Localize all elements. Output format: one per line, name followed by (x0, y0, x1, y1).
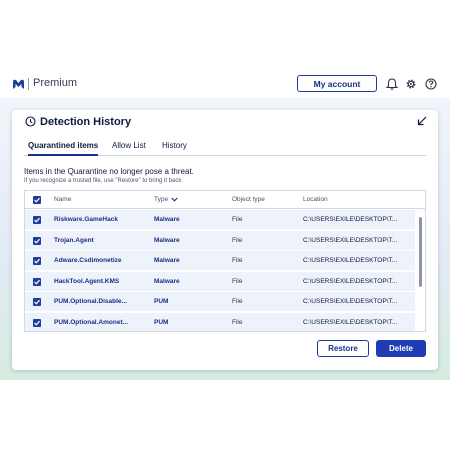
tab-allow-list[interactable]: Allow List (112, 142, 146, 156)
my-account-button[interactable]: My account (297, 75, 377, 92)
table-row[interactable]: Trojan.Agent Malware File C:\USERS\EXILE\DE… (25, 230, 415, 251)
table-row[interactable]: PUM.Optional.Disable... PUM File C:\USERS\E… (25, 292, 415, 312)
app-window: Premium My account Detection History Qua… (0, 70, 450, 380)
row-type: Malware (154, 216, 180, 223)
row-object-type: File (232, 298, 243, 305)
table-row[interactable]: Riskware.GameHack Malware File C:\USERS\EXI… (25, 210, 415, 230)
column-location[interactable]: Location (303, 196, 328, 203)
row-name: Trojan.Agent (54, 236, 94, 244)
row-name: Adware.Csdimonetize (54, 257, 122, 264)
row-object-type: File (232, 236, 243, 244)
table-row[interactable]: HackTool.Agent.KMS Malware File C:\USERS\EX… (25, 271, 415, 292)
tab-bar: Quarantined items Allow List History (24, 142, 426, 156)
malwarebytes-logo-icon (13, 79, 24, 89)
row-type: Malware (154, 277, 180, 285)
bell-icon[interactable] (386, 78, 398, 90)
gear-icon[interactable] (405, 78, 417, 90)
row-type: Malware (154, 236, 180, 244)
row-location: C:\USERS\EXILE\DESKTOP\T... (303, 318, 398, 326)
collapse-arrow-icon[interactable] (417, 116, 427, 126)
select-all-checkbox[interactable] (33, 196, 41, 204)
panel-title: Detection History (40, 116, 132, 128)
brand-name: Premium (33, 77, 78, 89)
row-name: PUM.Optional.Amonet... (54, 318, 129, 326)
row-name: PUM.Optional.Disable... (54, 298, 127, 305)
row-name: HackTool.Agent.KMS (54, 277, 120, 285)
table-scrollbar[interactable] (417, 209, 425, 331)
row-checkbox[interactable] (33, 318, 41, 327)
table-row[interactable]: Adware.Csdimonetize Malware File C:\USERS\E… (25, 251, 415, 271)
table-header: Name Type Object type Location (25, 191, 425, 209)
table-row[interactable]: PUM.Optional.Amonet... PUM File C:\USERS\EX… (25, 312, 415, 331)
row-checkbox[interactable] (33, 277, 41, 286)
row-location: C:\USERS\EXILE\DESKTOP\T... (303, 216, 398, 223)
restore-button[interactable]: Restore (317, 340, 369, 357)
quarantine-submessage: If you recognize a trusted file, use "Re… (24, 178, 184, 184)
row-object-type: File (232, 216, 243, 223)
row-location: C:\USERS\EXILE\DESKTOP\T... (303, 236, 398, 244)
tab-quarantined-items[interactable]: Quarantined items (28, 142, 99, 156)
help-icon[interactable] (425, 78, 437, 90)
delete-button[interactable]: Delete (376, 340, 426, 357)
tab-history[interactable]: History (162, 142, 187, 156)
column-name[interactable]: Name (54, 196, 71, 203)
row-type: PUM (154, 298, 169, 305)
row-location: C:\USERS\EXILE\DESKTOP\T... (303, 257, 398, 264)
row-name: Riskware.GameHack (54, 216, 118, 223)
sort-chevron-down-icon[interactable] (171, 197, 178, 202)
row-checkbox[interactable] (33, 298, 41, 306)
row-checkbox[interactable] (33, 216, 41, 224)
row-type: Malware (154, 257, 180, 264)
row-object-type: File (232, 257, 243, 264)
row-location: C:\USERS\EXILE\DESKTOP\T... (303, 298, 398, 305)
quarantine-message: Items in the Quarantine no longer pose a… (24, 167, 194, 176)
column-object-type[interactable]: Object type (232, 196, 265, 203)
row-location: C:\USERS\EXILE\DESKTOP\T... (303, 277, 398, 285)
history-icon (25, 116, 36, 127)
brand-separator (28, 78, 29, 90)
row-object-type: File (232, 277, 243, 285)
row-type: PUM (154, 318, 169, 326)
top-bar: Premium My account (0, 70, 450, 98)
row-object-type: File (232, 318, 243, 326)
quarantine-table: Name Type Object type Location Riskware.… (24, 190, 426, 332)
row-checkbox[interactable] (33, 257, 41, 265)
column-type[interactable]: Type (154, 196, 168, 203)
scrollbar-thumb[interactable] (419, 217, 422, 287)
row-checkbox[interactable] (33, 236, 41, 245)
